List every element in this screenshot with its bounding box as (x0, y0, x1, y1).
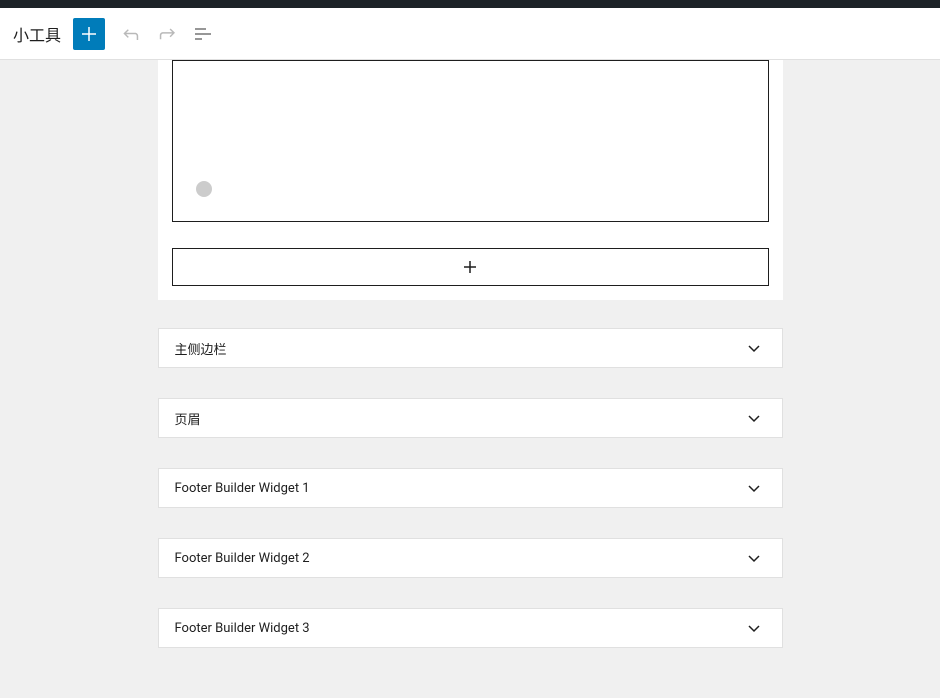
plus-icon (77, 22, 101, 46)
content-area: 主侧边栏 页眉 Footer Builder Widget 1 (0, 60, 940, 698)
chevron-down-icon (742, 476, 766, 500)
open-widget-area-panel (158, 60, 783, 300)
widget-area-main-sidebar[interactable]: 主侧边栏 (158, 328, 783, 368)
add-block-button[interactable] (73, 18, 105, 50)
widget-area-footer-1[interactable]: Footer Builder Widget 1 (158, 468, 783, 508)
add-block-appender[interactable] (172, 248, 769, 286)
widget-area-header[interactable]: 页眉 (158, 398, 783, 438)
undo-icon (119, 22, 143, 46)
widget-area-footer-2[interactable]: Footer Builder Widget 2 (158, 538, 783, 578)
audio-placeholder-icon (196, 181, 212, 197)
widget-area-title: 主侧边栏 (175, 339, 227, 358)
redo-icon (155, 22, 179, 46)
page-title: 小工具 (13, 22, 61, 46)
widget-area-footer-3[interactable]: Footer Builder Widget 3 (158, 608, 783, 648)
document-overview-button[interactable] (185, 16, 221, 52)
plus-icon (458, 255, 482, 279)
widget-content-block[interactable] (172, 60, 769, 222)
admin-top-bar (0, 0, 940, 8)
chevron-down-icon (742, 546, 766, 570)
redo-button[interactable] (149, 16, 185, 52)
widget-area-title: Footer Builder Widget 1 (175, 481, 310, 496)
undo-button[interactable] (113, 16, 149, 52)
widget-area-title: Footer Builder Widget 2 (175, 551, 310, 566)
chevron-down-icon (742, 616, 766, 640)
widget-area-title: Footer Builder Widget 3 (175, 621, 310, 636)
list-view-icon (191, 22, 215, 46)
widget-area-title: 页眉 (175, 409, 201, 428)
chevron-down-icon (742, 406, 766, 430)
chevron-down-icon (742, 336, 766, 360)
widget-area-list: 主侧边栏 页眉 Footer Builder Widget 1 (158, 328, 783, 648)
editor-toolbar: 小工具 (0, 8, 940, 60)
